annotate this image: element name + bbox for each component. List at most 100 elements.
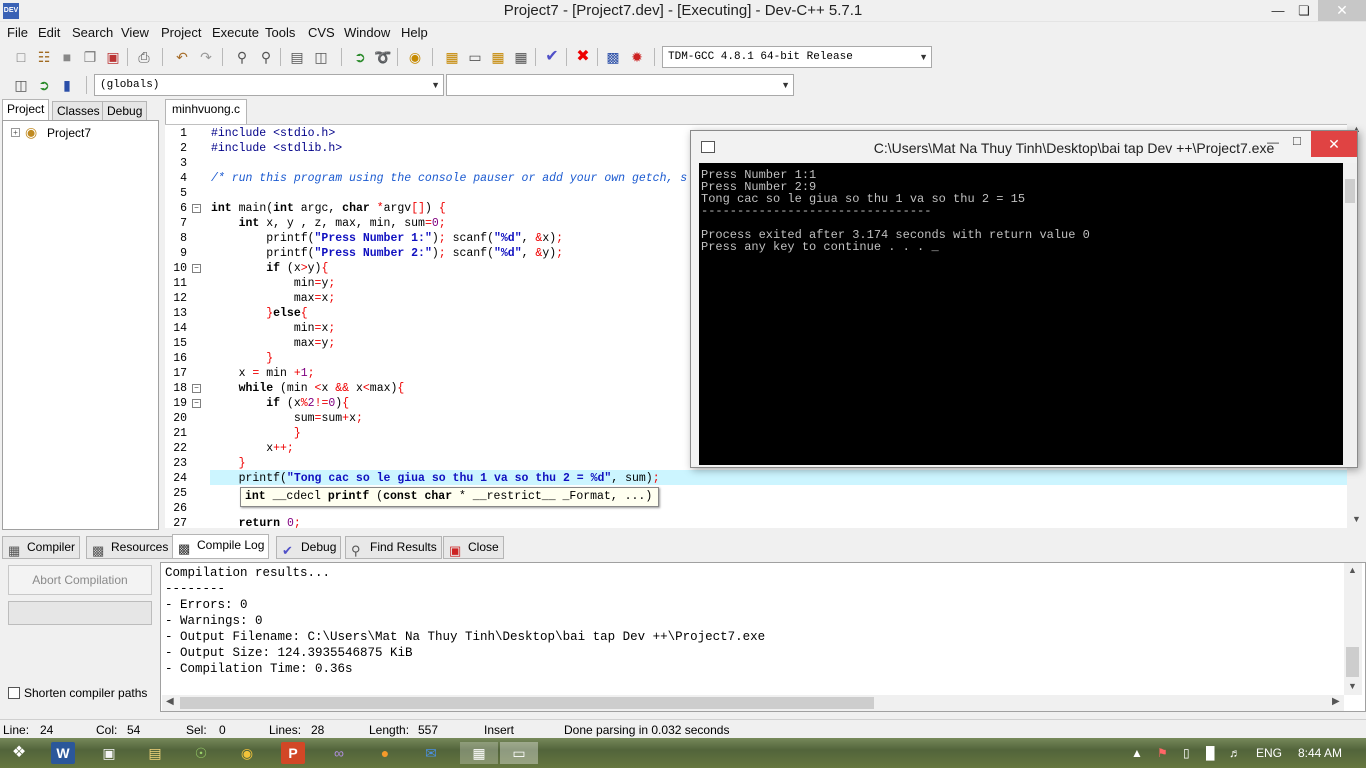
goto-bookmark-icon[interactable]: ◫ (311, 47, 331, 67)
save-all-icon[interactable]: ❐ (80, 47, 100, 67)
utorrent-icon[interactable]: ☉ (189, 742, 213, 764)
replace-icon[interactable]: ⚲ (256, 47, 276, 67)
tab-debug[interactable]: Debug (102, 101, 148, 122)
code-line[interactable]: 27 return 0; (165, 516, 1345, 531)
compile-icon[interactable]: ▦ (442, 47, 462, 67)
menu-window[interactable]: Window (344, 25, 390, 40)
scroll-left-icon[interactable]: ◀ (166, 696, 174, 707)
tray-language[interactable]: ENG (1256, 746, 1282, 760)
menu-edit[interactable]: Edit (38, 25, 60, 40)
scroll-down-icon[interactable]: ▼ (1352, 514, 1361, 524)
project-tree-root[interactable]: Project7 (47, 126, 91, 140)
tab-compile-log[interactable]: ▩ Compile Log (172, 534, 270, 559)
tab-compiler[interactable]: ▦ Compiler (2, 536, 81, 559)
member-select[interactable]: ▼ (446, 74, 794, 96)
menu-help[interactable]: Help (401, 25, 428, 40)
delete-profile-icon[interactable]: ✹ (627, 47, 647, 67)
console-scrollbar[interactable] (1343, 163, 1357, 465)
tray-volume-icon[interactable]: ♬ (1229, 746, 1241, 760)
log-vscroll-thumb[interactable] (1346, 647, 1359, 677)
console-window[interactable]: C:\Users\Mat Na Thuy Tinh\Desktop\bai ta… (690, 130, 1358, 468)
word-icon[interactable]: W (51, 742, 75, 764)
windows-start-icon[interactable]: ❖ (7, 742, 31, 764)
file-tab[interactable]: minhvuong.c (165, 99, 248, 124)
tray-clock[interactable]: 8:44 AM (1298, 746, 1342, 760)
redo-icon[interactable]: ↷ (196, 47, 216, 67)
undo-icon[interactable]: ↶ (172, 47, 192, 67)
menu-search[interactable]: Search (72, 25, 113, 40)
scope-select[interactable]: (globals) ▼ (94, 74, 444, 96)
console-minimize-icon[interactable]: — (1267, 135, 1279, 149)
folder-icon[interactable]: ▤ (143, 742, 167, 764)
compile-log[interactable]: Compilation results... -------- - Errors: … (160, 562, 1366, 712)
run-icon[interactable]: ▭ (465, 47, 485, 67)
console-scroll-thumb[interactable] (1345, 179, 1355, 203)
console-maximize-icon[interactable]: □ (1293, 133, 1301, 148)
tray-flag-icon[interactable]: ⚑ (1157, 746, 1168, 760)
menu-file[interactable]: File (7, 25, 28, 40)
profile-icon[interactable]: ▩ (603, 47, 623, 67)
new-file-icon[interactable]: □ (11, 47, 31, 67)
shorten-paths-checkbox[interactable]: Shorten compiler paths (8, 686, 147, 700)
menu-project[interactable]: Project (161, 25, 201, 40)
tab-resources[interactable]: ▩ Resources (86, 536, 174, 559)
project-options-icon[interactable]: ◉ (405, 47, 425, 67)
scroll-up-icon[interactable]: ▲ (1348, 565, 1357, 575)
open-icon[interactable]: ☷ (34, 47, 54, 67)
stop-execution-icon[interactable]: ✖ (573, 47, 593, 67)
menu-cvs[interactable]: CVS (308, 25, 335, 40)
insert-icon[interactable]: ◫ (11, 75, 31, 95)
paint-icon[interactable]: ▣ (97, 742, 121, 764)
scroll-down-icon[interactable]: ▼ (1348, 681, 1357, 691)
mail-icon[interactable]: ✉ (419, 742, 443, 764)
fold-toggle-icon[interactable]: − (192, 264, 201, 273)
line-number: 1 (180, 127, 187, 140)
code-line[interactable]: 24 printf("Tong cac so le giua so thu 1 … (165, 471, 1345, 486)
menu-execute[interactable]: Execute (212, 25, 259, 40)
close-button[interactable]: ✕ (1318, 0, 1366, 21)
print-icon[interactable]: ⎙ (134, 47, 154, 67)
menu-tools[interactable]: Tools (265, 25, 295, 40)
expand-icon[interactable]: + (11, 128, 20, 137)
tray-battery-icon[interactable]: ▯ (1183, 746, 1190, 760)
visual-studio-icon[interactable]: ∞ (327, 742, 351, 764)
tab-project[interactable]: Project (2, 99, 50, 122)
tab-find-results[interactable]: ⚲ Find Results (345, 536, 442, 559)
tab-classes[interactable]: Classes (52, 101, 105, 122)
devcpp-icon[interactable]: ▦ (460, 742, 498, 764)
powerpoint-icon[interactable]: P (281, 742, 305, 764)
close-file-icon[interactable]: ▣ (103, 47, 123, 67)
tab-close[interactable]: ▣ Close (443, 536, 504, 559)
fold-toggle-icon[interactable]: − (192, 384, 201, 393)
firefox-icon[interactable]: ● (373, 742, 397, 764)
find-icon[interactable]: ⚲ (232, 47, 252, 67)
console-icon[interactable]: ▭ (500, 742, 538, 764)
fold-toggle-icon[interactable]: − (192, 204, 201, 213)
chrome-icon[interactable]: ◉ (235, 742, 259, 764)
menu-view[interactable]: View (121, 25, 149, 40)
tab-debug-bottom[interactable]: ✔ Debug (276, 536, 342, 559)
scroll-right-icon[interactable]: ▶ (1332, 696, 1340, 707)
tray-network-icon[interactable]: █ (1206, 746, 1215, 760)
save-icon[interactable]: ■ (57, 47, 77, 67)
scope-select-value: (globals) (100, 79, 160, 91)
line-number: 4 (180, 172, 187, 185)
class-browser-icon[interactable]: ▮ (57, 75, 77, 95)
log-hscroll-thumb[interactable] (180, 697, 874, 709)
minimize-button[interactable]: — (1265, 0, 1291, 21)
abort-compilation-button[interactable]: Abort Compilation (8, 565, 152, 595)
toggle-bookmark-icon[interactable]: ➲ (34, 75, 54, 95)
log-vertical-scrollbar[interactable]: ▲ ▼ (1344, 563, 1362, 695)
fold-toggle-icon[interactable]: − (192, 399, 201, 408)
rebuild-all-icon[interactable]: ▦ (511, 47, 531, 67)
add-to-project-icon[interactable]: ➲ (350, 47, 370, 67)
compiler-select[interactable]: TDM-GCC 4.8.1 64-bit Release ▼ (662, 46, 932, 68)
goto-line-icon[interactable]: ▤ (287, 47, 307, 67)
maximize-button[interactable]: ❏ (1291, 0, 1317, 21)
tray-expand-icon[interactable]: ▲ (1131, 746, 1143, 760)
console-close-icon[interactable]: ✕ (1311, 131, 1357, 157)
syntax-check-icon[interactable]: ✔ (542, 47, 562, 67)
compile-run-icon[interactable]: ▦ (488, 47, 508, 67)
remove-from-project-icon[interactable]: ➰ (373, 47, 393, 67)
log-horizontal-scrollbar[interactable]: ◀ ▶ (162, 695, 1344, 711)
